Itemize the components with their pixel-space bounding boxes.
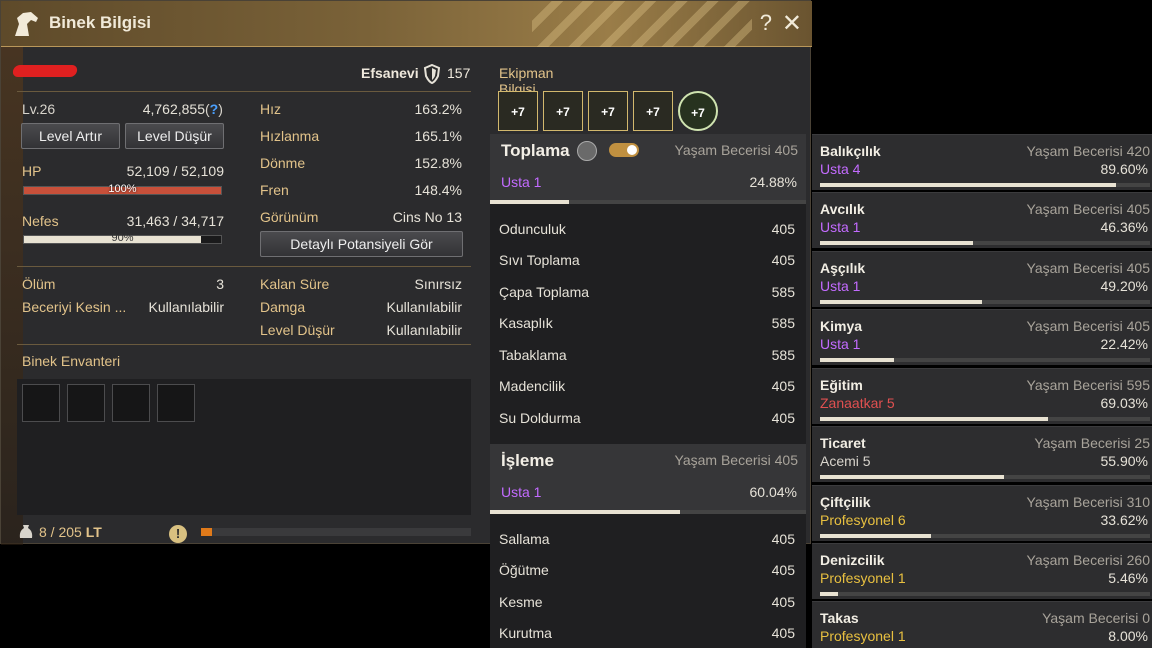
nefes-label: Nefes	[22, 213, 59, 229]
level-label: Lv.26	[22, 101, 56, 117]
life-skill-card: Ticaret Yaşam Becerisi 25 Acemi 5 55.90%	[812, 426, 1152, 482]
processing-progress	[490, 510, 806, 514]
gathering-row: Tabaklama 585	[499, 347, 795, 363]
inventory-slot[interactable]	[22, 384, 60, 422]
window-title: Binek Bilgisi	[49, 13, 152, 32]
gathering-panel: Toplama Yaşam Becerisi 405 Usta 1 24.88%…	[490, 134, 806, 444]
processing-row: Öğütme 405	[499, 562, 795, 578]
life-skill-card: Takas Yaşam Becerisi 0 Profesyonel 1 8.00%	[812, 601, 1152, 648]
weight-bar	[201, 528, 471, 536]
gathering-row: Sıvı Toplama 405	[499, 252, 795, 268]
gathering-row: Kasaplık 585	[499, 315, 795, 331]
exp-help[interactable]: (?)	[205, 101, 225, 117]
pickaxe-icon	[577, 141, 597, 161]
stat-speed-label: Hız	[260, 101, 281, 117]
title-decoration	[532, 1, 752, 47]
processing-row: Sallama 405	[499, 531, 795, 547]
stat-speed-value: 163.2%	[414, 101, 462, 117]
lvdown-label: Level Düşür	[260, 322, 335, 338]
stamp-label: Damga	[260, 299, 306, 315]
processing-panel: İşleme Yaşam Becerisi 405 Usta 1 60.04% …	[490, 444, 806, 648]
equipment-slot-1[interactable]: +7	[498, 91, 538, 131]
gathering-percent: 24.88%	[749, 174, 797, 190]
shield-icon	[423, 64, 441, 84]
stat-turn-label: Dönme	[260, 155, 306, 171]
help-button[interactable]: ?	[760, 10, 772, 36]
exp-value: 4,762,855	[142, 101, 205, 117]
appearance-label: Görünüm	[260, 209, 319, 225]
gathering-life-skill: Yaşam Becerisi 405	[674, 142, 798, 158]
gathering-toggle[interactable]	[609, 143, 639, 157]
stat-brake-value: 148.4%	[414, 182, 462, 198]
equipment-slot-5[interactable]: +7	[678, 91, 718, 131]
nefes-value: 31,463 / 34,717	[126, 213, 224, 229]
inventory-slot[interactable]	[67, 384, 105, 422]
grade-label: Efsanevi	[361, 65, 419, 81]
inventory-slot[interactable]	[112, 384, 150, 422]
life-skill-card: Çiftçilik Yaşam Becerisi 310 Profesyonel …	[812, 485, 1152, 541]
divider	[17, 344, 471, 345]
processing-title: İşleme	[501, 451, 554, 470]
lvdown-value: Kullanılabilir	[386, 322, 462, 338]
life-skill-card: Balıkçılık Yaşam Becerisi 420 Usta 4 89.60…	[812, 134, 1152, 190]
warning-icon[interactable]: !	[169, 525, 187, 543]
weight-bag-icon	[19, 525, 33, 538]
gathering-row: Odunculuk 405	[499, 221, 795, 237]
level-down-button[interactable]: Level Düşür	[125, 123, 224, 149]
processing-life-skill: Yaşam Becerisi 405	[674, 452, 798, 468]
processing-rank: Usta 1	[501, 484, 542, 500]
gathering-row: Su Doldurma 405	[499, 410, 795, 426]
death-label: Ölüm	[22, 276, 56, 292]
inventory-title: Binek Envanteri	[22, 353, 121, 369]
equipment-slot-4[interactable]: +7	[633, 91, 673, 131]
gathering-row: Çapa Toplama 585	[499, 284, 795, 300]
processing-row: Kesme 405	[499, 594, 795, 610]
death-value: 3	[216, 276, 224, 292]
close-button[interactable]: ✕	[782, 9, 802, 38]
nefes-bar: 90%	[23, 232, 222, 244]
detailed-potential-button[interactable]: Detaylı Potansiyeli Gör	[260, 231, 463, 257]
hp-bar: 100%	[23, 183, 222, 195]
life-skill-card: Aşçılık Yaşam Becerisi 405 Usta 1 49.20%	[812, 251, 1152, 307]
skill-change-label: Beceriyi Kesin ...	[22, 299, 127, 315]
life-skill-card: Kimya Yaşam Becerisi 405 Usta 1 22.42%	[812, 309, 1152, 365]
inventory-slot[interactable]	[157, 384, 195, 422]
gathering-progress	[490, 200, 806, 204]
remaining-label: Kalan Süre	[260, 276, 330, 292]
remaining-value: Sınırsız	[414, 276, 462, 292]
processing-row: Kurutma 405	[499, 625, 795, 641]
horse-icon	[15, 12, 38, 36]
appearance-value: Cins No 13	[392, 209, 462, 225]
hp-value: 52,109 / 52,109	[126, 163, 224, 179]
life-skill-card: Avcılık Yaşam Becerisi 405 Usta 1 46.36%	[812, 192, 1152, 248]
stamp-value: Kullanılabilir	[386, 299, 462, 315]
level-up-button[interactable]: Level Artır	[21, 123, 120, 149]
gathering-row: Madencilik 405	[499, 378, 795, 394]
mount-details: Efsanevi 157 Lv.26 4,762,855 (?) Level A…	[1, 47, 718, 545]
title-bar[interactable]: Binek Bilgisi ? ✕	[1, 1, 812, 47]
gathering-title: Toplama	[501, 141, 570, 160]
mount-name-redacted	[11, 65, 79, 77]
stat-brake-label: Fren	[260, 182, 289, 198]
grade-value: 157	[447, 65, 471, 81]
stat-accel-label: Hızlanma	[260, 128, 320, 144]
stat-turn-value: 152.8%	[414, 155, 462, 171]
weight-text: 8 / 205 LT	[39, 524, 102, 540]
hp-label: HP	[22, 163, 42, 179]
life-skill-card: Denizcilik Yaşam Becerisi 260 Profesyonel…	[812, 543, 1152, 599]
processing-percent: 60.04%	[749, 484, 797, 500]
skill-change-value: Kullanılabilir	[148, 299, 224, 315]
stat-accel-value: 165.1%	[414, 128, 462, 144]
divider	[17, 266, 471, 267]
gathering-rank: Usta 1	[501, 174, 542, 190]
life-skill-card: Eğitim Yaşam Becerisi 595 Zanaatkar 5 69.0…	[812, 368, 1152, 424]
divider	[17, 91, 471, 92]
equipment-slot-3[interactable]: +7	[588, 91, 628, 131]
help-icon[interactable]: ?	[210, 101, 219, 117]
equipment-slot-2[interactable]: +7	[543, 91, 583, 131]
